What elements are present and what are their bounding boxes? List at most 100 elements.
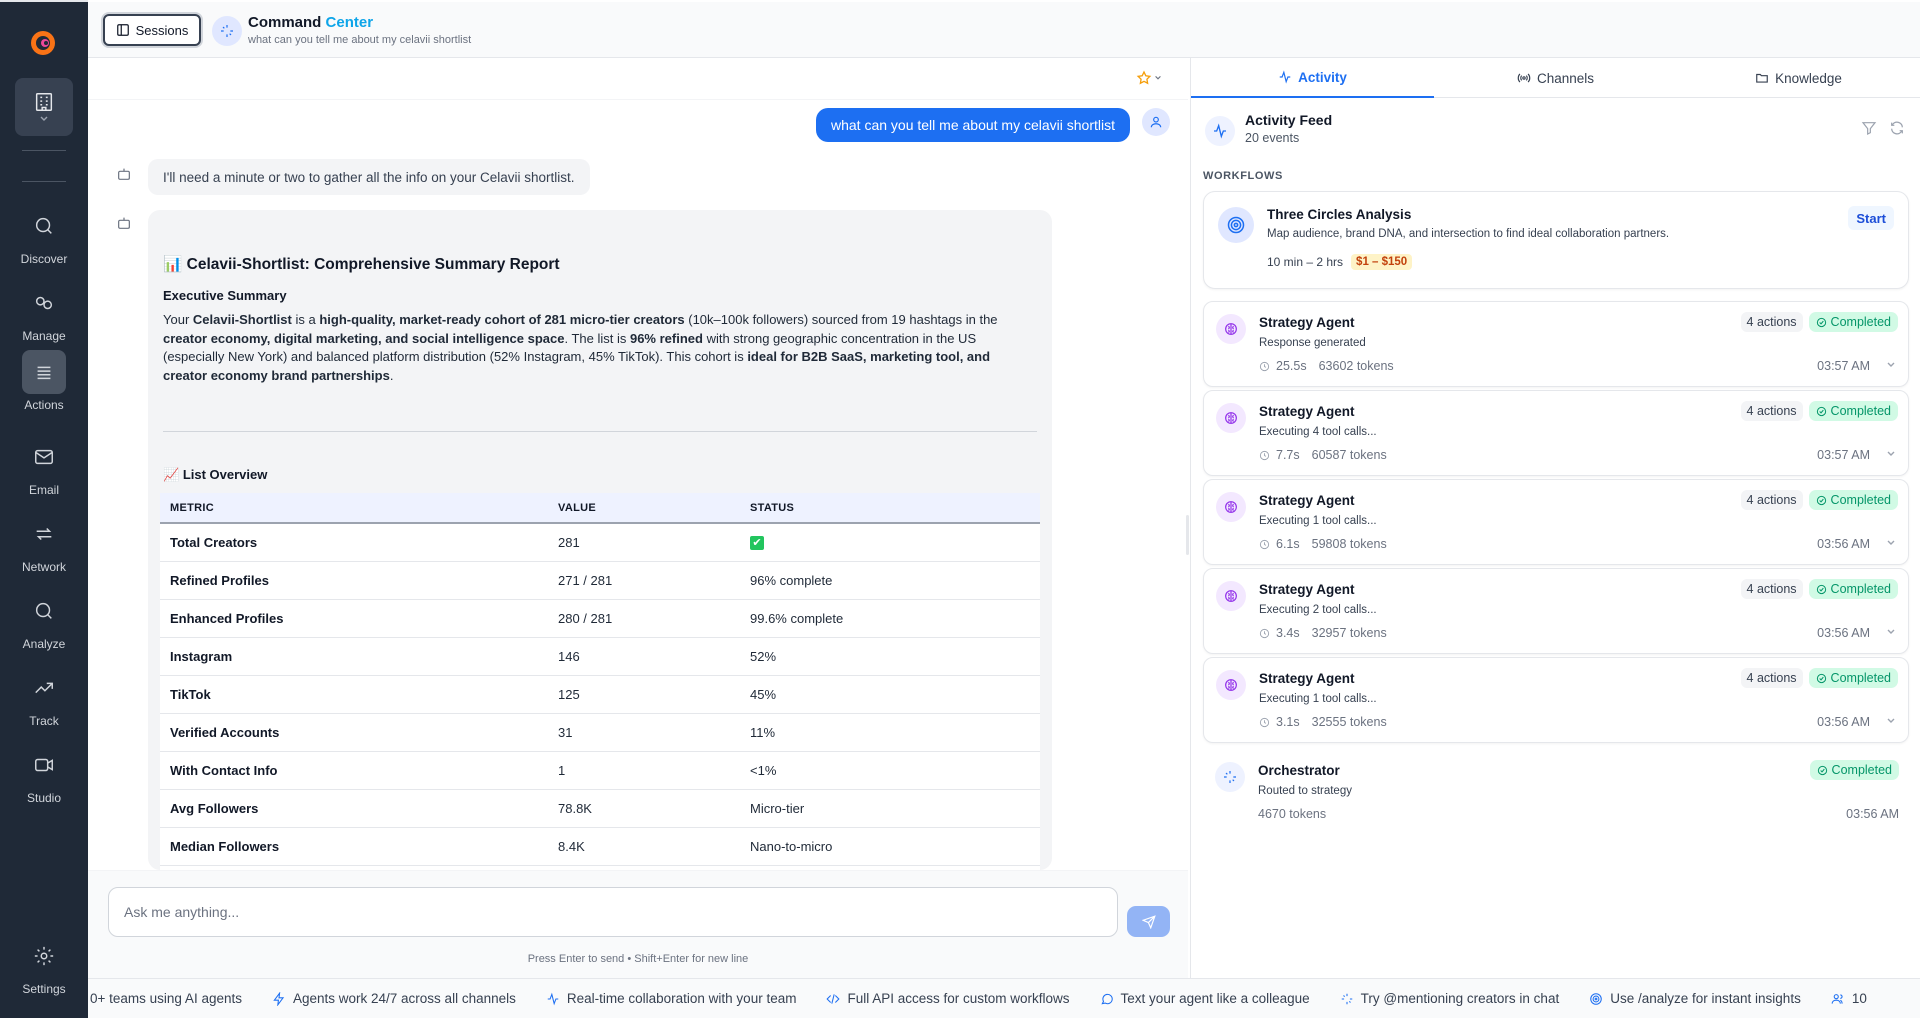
tab-channels[interactable]: Channels — [1434, 58, 1677, 98]
title-main: Command — [248, 14, 326, 31]
left-rail: Discover Manage Actions Email Network An… — [0, 0, 88, 1018]
column-header: METRIC — [160, 493, 548, 524]
broadcast-icon — [1517, 73, 1531, 83]
table-row: Median Followers 8.4K Nano-to-micro — [160, 827, 1040, 866]
building-icon — [35, 93, 53, 111]
check-circle-icon — [1816, 495, 1826, 505]
chevron-down-icon[interactable] — [1886, 449, 1896, 459]
user-avatar-icon — [1142, 108, 1170, 136]
event-desc: Response generated — [1259, 337, 1366, 349]
sparkle-icon — [1341, 993, 1352, 1004]
brain-icon — [1216, 670, 1246, 700]
exec-summary-text: Your Celavii-Shortlist is a high-quality… — [163, 312, 998, 383]
table-row: Avg Followers 78.8K Micro-tier — [160, 789, 1040, 828]
search-icon — [35, 217, 52, 234]
chevron-down-icon[interactable] — [1886, 627, 1896, 637]
sidebar-icon — [116, 24, 129, 36]
event-badges: 4 actions Completed — [1740, 579, 1898, 599]
feed-actions — [1861, 120, 1905, 136]
send-button[interactable] — [1127, 906, 1170, 937]
table-row: Total Creators 281 ✔ — [160, 523, 1040, 562]
check-circle-icon — [1816, 406, 1826, 416]
chevron-down-icon[interactable] — [1886, 716, 1896, 726]
feed-header: Activity Feed 20 events — [1205, 110, 1905, 154]
start-button[interactable]: Start — [1848, 206, 1894, 230]
check-circle-icon — [1816, 584, 1826, 594]
nav-email[interactable]: Email — [0, 435, 88, 503]
event-badges: Completed — [1809, 760, 1899, 780]
event-card[interactable]: Strategy Agent Executing 1 tool calls...… — [1203, 657, 1909, 743]
event-time: 03:56 AM — [1817, 626, 1870, 640]
folder-icon — [1756, 73, 1768, 83]
nav-label: Discover — [20, 252, 68, 266]
event-card[interactable]: Strategy Agent Response generated 25.5s 6… — [1203, 301, 1909, 387]
orchestrator-event[interactable]: Orchestrator Routed to strategy 4670 tok… — [1203, 750, 1909, 830]
sessions-button[interactable]: Sessions — [103, 14, 201, 46]
resize-handle[interactable] — [1186, 515, 1189, 555]
event-card[interactable]: Strategy Agent Executing 4 tool calls...… — [1203, 390, 1909, 476]
tab-activity[interactable]: Activity — [1191, 58, 1434, 98]
chevron-down-icon[interactable] — [1886, 360, 1896, 370]
tab-knowledge[interactable]: Knowledge — [1677, 58, 1920, 98]
activity-icon — [1205, 116, 1235, 146]
table-row: TikTok 125 45% — [160, 675, 1040, 714]
nav-analyze[interactable]: Analyze — [0, 589, 88, 657]
event-title: Orchestrator — [1258, 763, 1340, 778]
filter-icon[interactable] — [1861, 120, 1877, 136]
workflow-card[interactable]: Three Circles Analysis Map audience, bra… — [1203, 191, 1909, 289]
composer-hint: Press Enter to send • Shift+Enter for ne… — [527, 953, 749, 965]
link-icon — [35, 296, 53, 310]
event-card[interactable]: Strategy Agent Executing 1 tool calls...… — [1203, 479, 1909, 565]
event-meta: 3.1s 32555 tokens — [1259, 715, 1387, 729]
activity-icon — [1279, 70, 1291, 84]
app-logo-icon[interactable] — [28, 28, 58, 58]
nav-discover[interactable]: Discover — [0, 204, 88, 272]
nav-network[interactable]: Network — [0, 512, 88, 580]
activity-icon — [547, 992, 559, 1005]
refresh-icon[interactable] — [1889, 120, 1905, 136]
nav-label: Network — [21, 560, 66, 574]
status-badge: Completed — [1809, 760, 1899, 780]
table-row: With Contact Info 1 <1% — [160, 751, 1040, 790]
bot-message: I'll need a minute or two to gather all … — [148, 159, 590, 195]
search-icon — [35, 602, 52, 619]
chat-input[interactable] — [108, 887, 1118, 937]
nav-track[interactable]: Track — [0, 666, 88, 734]
check-circle-icon — [1816, 673, 1826, 683]
table-row: Instagram 146 52% — [160, 637, 1040, 676]
nav-actions[interactable]: Actions — [0, 350, 88, 418]
event-time: 03:56 AM — [1846, 807, 1899, 821]
event-desc: Executing 4 tool calls... — [1259, 426, 1377, 438]
actions-badge: 4 actions — [1740, 579, 1803, 599]
bot-icon — [114, 164, 134, 184]
nav-studio[interactable]: Studio — [0, 743, 88, 811]
rail-divider — [22, 150, 66, 151]
workflow-meta: 10 min – 2 hrs $1 – $150 — [1267, 254, 1413, 270]
event-meta: 25.5s 63602 tokens — [1259, 359, 1394, 373]
check-circle-icon — [1816, 317, 1826, 327]
table-header-row: METRIC VALUE STATUS — [160, 493, 1040, 524]
chevron-down-icon — [1155, 76, 1161, 80]
report-title-text: Celavii-Shortlist: Comprehensive Summary… — [186, 256, 560, 273]
status-badge: Completed — [1808, 312, 1898, 332]
clock-icon — [1259, 628, 1270, 638]
nav-settings[interactable]: Settings — [0, 934, 88, 1002]
event-card[interactable]: Strategy Agent Executing 2 tool calls...… — [1203, 568, 1909, 654]
command-center-icon — [212, 16, 242, 46]
clock-icon — [1259, 450, 1270, 460]
workflow-title: Three Circles Analysis — [1267, 207, 1412, 222]
favorite-button[interactable] — [1136, 70, 1162, 86]
event-meta: 3.4s 32957 tokens — [1259, 626, 1387, 640]
workspace-switcher-button[interactable] — [15, 78, 73, 136]
check-circle-icon — [1817, 765, 1827, 775]
video-icon — [35, 758, 53, 772]
ticker-item: Full API access for custom workflows — [826, 991, 1070, 1006]
status-badge: Completed — [1808, 668, 1898, 688]
event-title: Strategy Agent — [1259, 493, 1355, 508]
ticker-item: Use /analyze for instant insights — [1589, 991, 1801, 1006]
column-header: STATUS — [740, 493, 1040, 524]
nav-manage[interactable]: Manage — [0, 281, 88, 349]
event-title: Strategy Agent — [1259, 404, 1355, 419]
feed-title: Activity Feed — [1245, 112, 1333, 128]
chevron-down-icon[interactable] — [1886, 538, 1896, 548]
